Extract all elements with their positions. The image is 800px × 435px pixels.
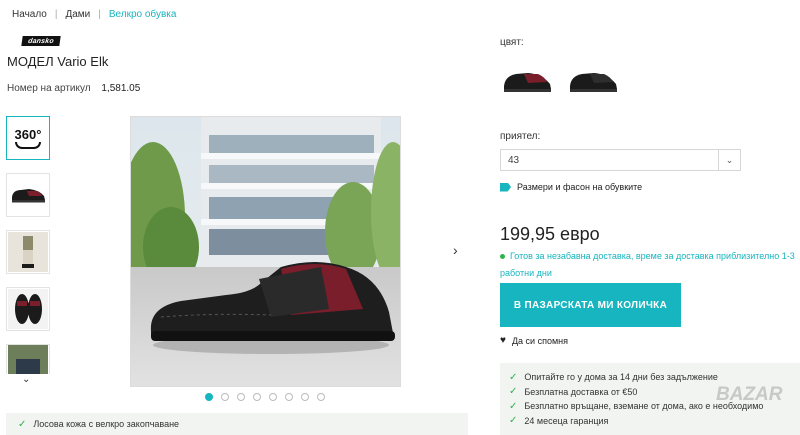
shoe-thumbnail-image [12, 189, 45, 203]
product-title: МОДЕЛ Vario Elk [7, 54, 109, 69]
carousel-dot[interactable] [317, 393, 325, 401]
size-select[interactable]: 43 ⌄ [500, 149, 741, 171]
carousel-dot[interactable] [205, 393, 213, 401]
shoe-top-thumbnail-image [8, 289, 48, 329]
brand-logo[interactable]: dansko [21, 36, 61, 46]
carousel-dot[interactable] [285, 393, 293, 401]
product-price: 199,95 евро [500, 224, 600, 244]
thumbnail-model-photo[interactable] [6, 230, 50, 274]
watermark: BAZAR [716, 384, 783, 405]
benefit-item: ✓ Опитайте го у дома за 14 дни без задъл… [509, 370, 800, 385]
chevron-down-icon[interactable]: ⌄ [22, 374, 30, 385]
color-swatch-black-red[interactable] [500, 60, 554, 100]
next-image-arrow-icon[interactable]: › [453, 242, 458, 258]
carousel-dot[interactable] [301, 393, 309, 401]
size-label: приятел: [500, 131, 541, 142]
thumbnail-360[interactable]: 360° [6, 116, 50, 160]
stock-status-text: Готов за незабавна доставка, време за до… [500, 251, 795, 278]
benefit-text: 24 месеца гаранция [524, 415, 609, 426]
check-icon: ✓ [509, 400, 518, 412]
add-to-cart-button[interactable]: В ПАЗАРСКАТА МИ КОЛИЧКА [500, 283, 681, 327]
color-swatch-image [504, 73, 551, 92]
carousel-dots [205, 393, 325, 401]
in-stock-dot-icon [500, 254, 505, 260]
rotate-360-icon: 360° [14, 126, 42, 149]
breadcrumb-home[interactable]: Начало [12, 9, 47, 20]
check-icon: ✓ [509, 386, 518, 398]
heart-icon: ♥ [500, 335, 506, 346]
color-label: цвят: [500, 37, 524, 48]
main-product-image[interactable] [130, 116, 401, 387]
check-icon: ✓ [509, 371, 518, 383]
breadcrumb-separator-icon: | [98, 9, 101, 20]
breadcrumb-women[interactable]: Дами [65, 9, 90, 20]
carousel-dot[interactable] [237, 393, 245, 401]
feature-list: ✓ Лосова кожа с велкро закопчаване [6, 413, 468, 435]
breadcrumb-separator-icon: | [54, 9, 58, 20]
thumbnail-worn-photo[interactable] [6, 344, 50, 374]
carousel-dot[interactable] [269, 393, 277, 401]
wishlist-link[interactable]: ♥ Да си спомня [500, 335, 568, 346]
chevron-down-icon[interactable]: ⌄ [718, 150, 740, 170]
carousel-dot[interactable] [221, 393, 229, 401]
product-photo [131, 117, 400, 386]
wishlist-label: Да си спомня [511, 335, 568, 346]
sku-label: Номер на артикул [7, 83, 91, 94]
stock-status: Готов за незабавна доставка, време за до… [500, 248, 800, 282]
benefit-text: Опитайте го у дома за 14 дни без задълже… [524, 372, 718, 383]
size-guide-label: Размери и фасон на обувките [517, 182, 643, 192]
sku-value: 1,581.05 [101, 83, 141, 94]
size-guide-link[interactable]: Размери и фасон на обувките [500, 182, 642, 192]
check-icon: ✓ [18, 418, 27, 430]
sku-row: Номер на артикул 1,581.05 [7, 83, 140, 94]
thumbnail-list: 360° [6, 116, 52, 387]
feature-item: Лосова кожа с велкро закопчаване [33, 419, 180, 429]
thumbnail-shoe-top[interactable] [6, 287, 50, 331]
color-swatch-image [570, 73, 617, 92]
breadcrumb-current: Велкро обувка [108, 9, 177, 20]
color-swatch-black[interactable] [566, 60, 620, 100]
model-thumbnail-image [8, 232, 48, 272]
check-icon: ✓ [509, 415, 518, 427]
breadcrumb: Начало | Дами | Велкро обувка [12, 9, 176, 20]
thumbnail-shoe-side[interactable] [6, 173, 50, 217]
tag-icon [500, 182, 511, 192]
size-select-value: 43 [508, 154, 520, 166]
carousel-dot[interactable] [253, 393, 261, 401]
benefit-text: Безплатна доставка от €50 [524, 386, 638, 397]
thumb-360-label: 360° [14, 126, 42, 142]
worn-thumbnail-image [8, 345, 48, 374]
